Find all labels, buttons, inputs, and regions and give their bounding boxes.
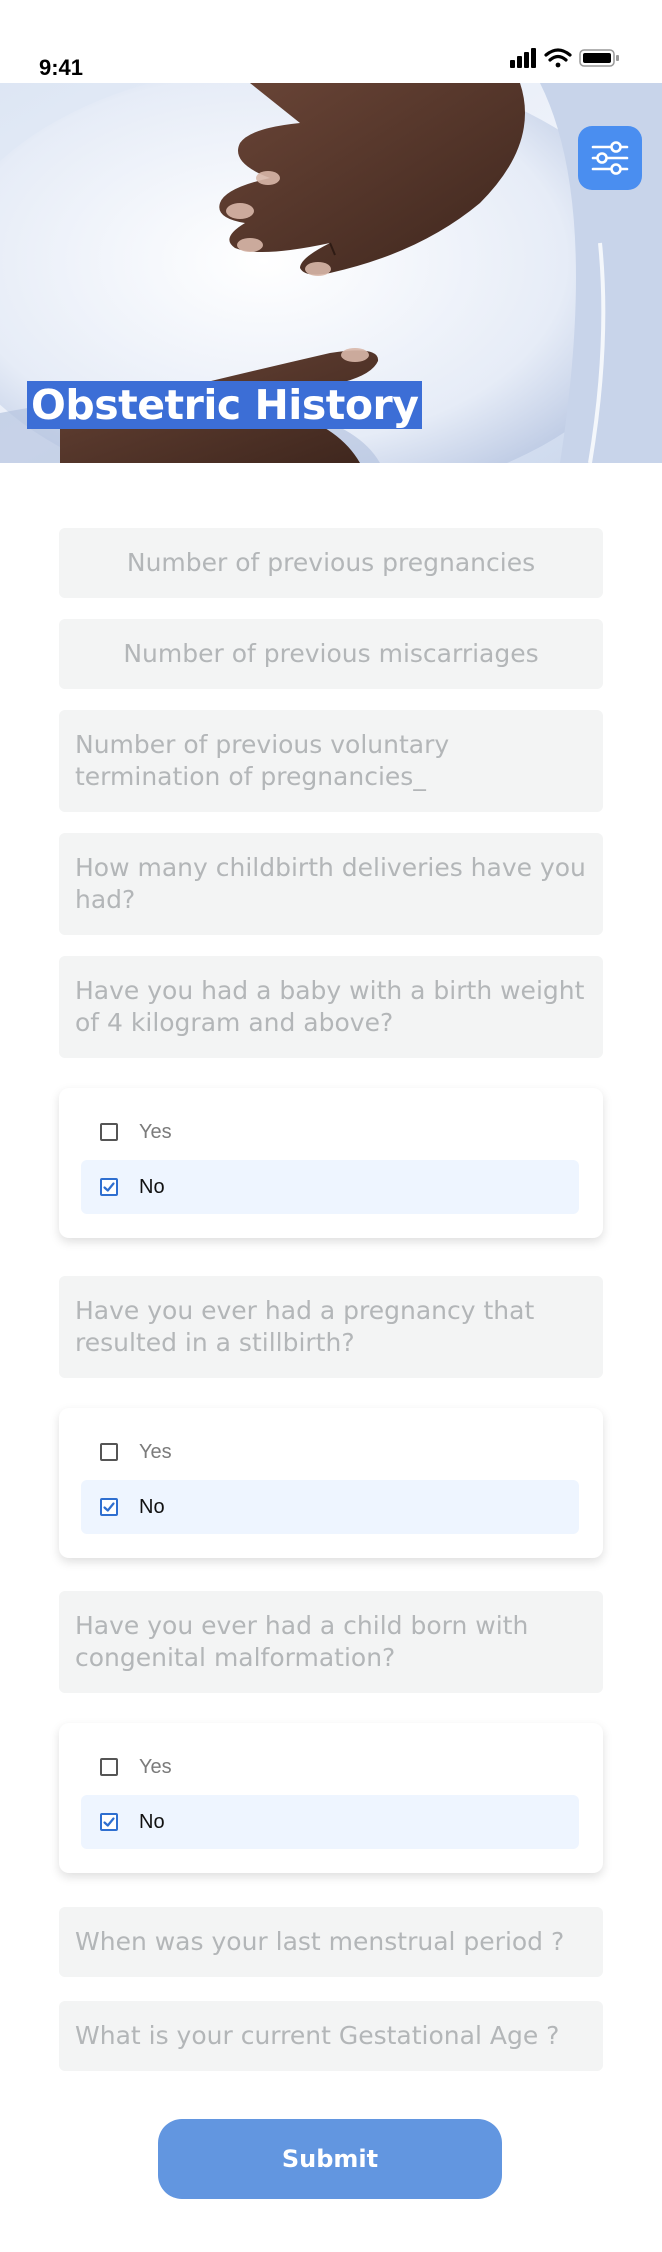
last-menstrual-period-input[interactable]: When was your last menstrual period ? — [59, 1907, 603, 1977]
option-label: Yes — [139, 1755, 172, 1778]
childbirth-deliveries-input[interactable]: How many childbirth deliveries have you … — [59, 833, 603, 935]
option-label: No — [139, 1175, 165, 1198]
stillbirth-option-no[interactable]: No — [81, 1480, 579, 1534]
page-title-banner: Obstetric History — [27, 381, 423, 429]
congenital-malformation-option-no[interactable]: No — [81, 1795, 579, 1849]
signal-icon — [510, 48, 536, 68]
birth-weight-question-text: Have you had a baby with a birth weight … — [75, 976, 585, 1037]
birth-weight-option-no[interactable]: No — [81, 1160, 579, 1214]
birth-weight-choice-card: Yes No — [59, 1088, 603, 1238]
previous-pregnancies-input[interactable]: Number of previous pregnancies — [59, 528, 603, 598]
page-title: Obstetric History — [31, 381, 419, 429]
previous-miscarriages-placeholder: Number of previous miscarriages — [123, 639, 539, 668]
previous-pregnancies-placeholder: Number of previous pregnancies — [126, 548, 536, 577]
submit-button[interactable]: Submit — [158, 2119, 502, 2199]
sliders-icon — [591, 141, 629, 175]
childbirth-deliveries-placeholder: How many childbirth deliveries have you … — [75, 853, 586, 914]
stillbirth-question-text: Have you ever had a pregnancy that resul… — [75, 1296, 535, 1357]
gestational-age-placeholder: What is your current Gestational Age ? — [75, 2021, 560, 2050]
stillbirth-question[interactable]: Have you ever had a pregnancy that resul… — [59, 1276, 603, 1378]
checkbox-unchecked-icon[interactable] — [100, 1758, 118, 1776]
status-bar: 9:41 — [0, 0, 662, 83]
previous-miscarriages-input[interactable]: Number of previous miscarriages — [59, 619, 603, 689]
status-time: 9:41 — [39, 55, 84, 80]
congenital-malformation-choice-card: Yes No — [59, 1723, 603, 1873]
congenital-malformation-option-yes[interactable]: Yes — [81, 1740, 579, 1794]
wifi-icon — [544, 48, 572, 68]
checkbox-unchecked-icon[interactable] — [100, 1443, 118, 1461]
voluntary-terminations-input[interactable]: Number of previous voluntary termination… — [59, 710, 603, 812]
congenital-malformation-question-text: Have you ever had a child born with cong… — [75, 1611, 529, 1672]
option-label: No — [139, 1495, 165, 1518]
stillbirth-choice-card: Yes No — [59, 1408, 603, 1558]
option-label: No — [139, 1810, 165, 1833]
voluntary-terminations-placeholder: Number of previous voluntary termination… — [75, 730, 450, 791]
checkbox-checked-icon[interactable] — [100, 1813, 118, 1831]
birth-weight-question[interactable]: Have you had a baby with a birth weight … — [59, 956, 603, 1058]
option-label: Yes — [139, 1120, 172, 1143]
stillbirth-option-yes[interactable]: Yes — [81, 1425, 579, 1479]
checkbox-checked-icon[interactable] — [100, 1498, 118, 1516]
checkbox-checked-icon[interactable] — [100, 1178, 118, 1196]
congenital-malformation-question[interactable]: Have you ever had a child born with cong… — [59, 1591, 603, 1693]
gestational-age-input[interactable]: What is your current Gestational Age ? — [59, 2001, 603, 2071]
battery-icon — [579, 49, 619, 67]
status-icons — [510, 48, 619, 68]
filter-button[interactable] — [578, 126, 642, 190]
hero-image: Obstetric History — [0, 83, 662, 463]
birth-weight-option-yes[interactable]: Yes — [81, 1105, 579, 1159]
option-label: Yes — [139, 1440, 172, 1463]
last-menstrual-period-placeholder: When was your last menstrual period ? — [75, 1927, 565, 1956]
checkbox-unchecked-icon[interactable] — [100, 1123, 118, 1141]
